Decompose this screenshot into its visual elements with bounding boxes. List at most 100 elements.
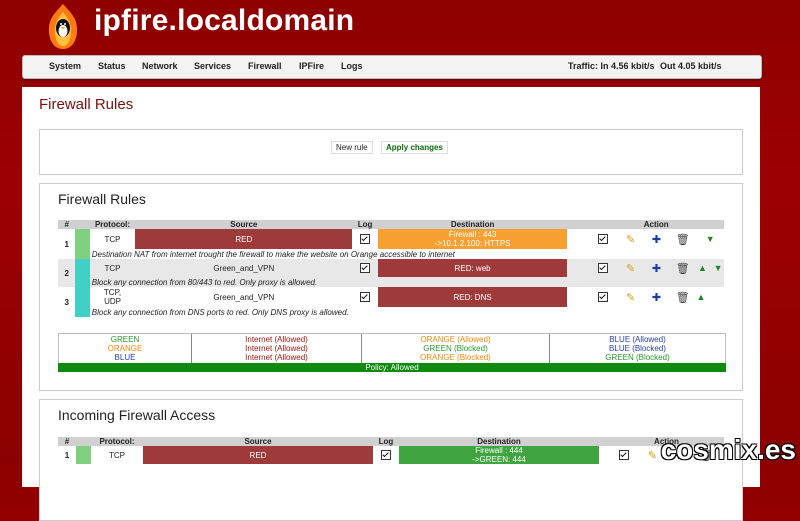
legend-item: Internet (Allowed) bbox=[245, 335, 308, 344]
legend-item: GREEN bbox=[110, 335, 140, 344]
legend-col-internet: Internet (Allowed) Internet (Allowed) In… bbox=[192, 335, 361, 362]
menu-ipfire[interactable]: IPFire bbox=[299, 61, 324, 71]
col-action: Action bbox=[588, 220, 724, 229]
firewall-rules-box: Firewall Rules # Protocol: Source Log De… bbox=[39, 183, 743, 391]
table-row: 1 TCP RED Firewall : 443 ->10.1.2.100: H… bbox=[58, 229, 724, 259]
protocol-line: TCP, bbox=[103, 288, 122, 297]
dest-line: ->10.1.2.100: HTTPS bbox=[434, 239, 511, 248]
section-title-incoming-access: Incoming Firewall Access bbox=[58, 407, 216, 423]
rule-number: 2 bbox=[64, 268, 69, 278]
section-title-firewall-rules: Firewall Rules bbox=[58, 191, 146, 207]
incoming-access-table: # Protocol: Source Log Destination Actio… bbox=[58, 437, 724, 464]
dest-line: ->GREEN: 444 bbox=[472, 455, 526, 464]
rule-number: 3 bbox=[64, 297, 69, 307]
rule-protocol: TCP, UDP bbox=[90, 287, 136, 307]
arrow-down-icon[interactable]: ▼ bbox=[706, 234, 715, 244]
enable-checkbox[interactable] bbox=[619, 450, 629, 460]
policy-legend: GREEN ORANGE BLUE Internet (Allowed) Int… bbox=[58, 333, 726, 365]
toolbar-box: New rule Apply changes bbox=[39, 129, 743, 175]
page-title: Firewall Rules bbox=[39, 96, 134, 113]
trash-icon[interactable]: 🗑 bbox=[676, 233, 690, 246]
col-source: Source bbox=[143, 437, 373, 446]
pencil-icon[interactable]: ✎ bbox=[626, 262, 635, 275]
policy-bar: Policy: Allowed bbox=[58, 363, 726, 372]
legend-item: ORANGE (Blocked) bbox=[420, 353, 491, 362]
legend-item: Internet (Allowed) bbox=[245, 344, 308, 353]
dest-line: Firewall : 444 bbox=[475, 446, 523, 455]
incoming-access-box: Incoming Firewall Access # Protocol: Sou… bbox=[39, 399, 743, 521]
log-checkbox[interactable] bbox=[360, 292, 371, 302]
pencil-icon[interactable]: ✎ bbox=[626, 233, 635, 246]
legend-item: ORANGE bbox=[107, 344, 143, 353]
add-user-icon[interactable]: ✚ bbox=[652, 291, 661, 304]
enable-checkbox[interactable] bbox=[597, 234, 608, 244]
enable-checkbox[interactable] bbox=[597, 292, 608, 302]
col-destination: Destination bbox=[399, 437, 599, 446]
arrow-up-icon[interactable]: ▲ bbox=[696, 292, 705, 302]
menu-services[interactable]: Services bbox=[194, 61, 231, 71]
new-rule-button[interactable]: New rule bbox=[331, 141, 373, 154]
rule-protocol: TCP bbox=[104, 263, 121, 273]
menu-status[interactable]: Status bbox=[98, 61, 126, 71]
legend-item: BLUE (Blocked) bbox=[609, 344, 666, 353]
dest-line: Firewall : 443 bbox=[448, 230, 497, 239]
log-checkbox[interactable] bbox=[360, 234, 371, 244]
col-protocol: Protocol: bbox=[91, 437, 143, 446]
main-menu: System Status Network Services Firewall … bbox=[22, 55, 762, 79]
col-log: Log bbox=[373, 437, 399, 446]
add-user-icon[interactable]: ✚ bbox=[652, 262, 661, 275]
rule-source: Green_and_VPN bbox=[213, 292, 275, 302]
legend-item: BLUE bbox=[114, 353, 136, 362]
table-row: 2 TCP Green_and_VPN RED: web ✎ ✚ 🗑 ▲ ▼ bbox=[58, 259, 724, 287]
col-log: Log bbox=[352, 220, 378, 229]
traffic-out: Out 4.05 kbit/s bbox=[660, 61, 722, 71]
rule-destination: RED: web bbox=[377, 259, 568, 277]
trash-icon[interactable]: 🗑 bbox=[676, 291, 690, 304]
legend-item: Internet (Allowed) bbox=[245, 353, 308, 362]
table-row: 1 TCP RED Firewall : 444 ->GREEN: 444 ✎ … bbox=[58, 446, 724, 464]
col-source: Source bbox=[135, 220, 353, 229]
rule-source: RED bbox=[143, 446, 373, 464]
rule-description: Block any connection from 80/443 to red.… bbox=[91, 277, 318, 287]
arrow-down-icon[interactable]: ▼ bbox=[714, 263, 723, 273]
traffic-in: Traffic: In 4.56 kbit/s bbox=[568, 61, 655, 71]
firewall-rules-table: # Protocol: Source Log Destination Actio… bbox=[58, 220, 724, 317]
log-checkbox[interactable] bbox=[381, 450, 391, 460]
legend-item: GREEN (Blocked) bbox=[423, 344, 488, 353]
arrow-up-icon[interactable]: ▲ bbox=[698, 263, 707, 273]
pencil-icon[interactable]: ✎ bbox=[626, 291, 635, 304]
protocol-line: UDP bbox=[104, 297, 121, 306]
rule-description: Destination NAT from internet trought th… bbox=[91, 249, 455, 259]
legend-col-zone2: BLUE (Allowed) BLUE (Blocked) GREEN (Blo… bbox=[550, 335, 725, 362]
log-checkbox[interactable] bbox=[360, 263, 371, 273]
legend-item: ORANGE (Allowed) bbox=[420, 335, 491, 344]
legend-col-source: GREEN ORANGE BLUE bbox=[59, 335, 191, 362]
rule-source: RED bbox=[135, 229, 353, 249]
rule-destination: RED: DNS bbox=[377, 287, 568, 307]
legend-item: BLUE (Allowed) bbox=[609, 335, 666, 344]
menu-system[interactable]: System bbox=[49, 61, 81, 71]
enable-checkbox[interactable] bbox=[597, 263, 608, 273]
col-num: # bbox=[58, 220, 76, 229]
apply-changes-button[interactable]: Apply changes bbox=[381, 141, 448, 154]
rule-destination: Firewall : 444 ->GREEN: 444 bbox=[399, 446, 599, 464]
rule-color-bar bbox=[75, 259, 90, 287]
header: ipfire.localdomain bbox=[0, 0, 800, 56]
menu-network[interactable]: Network bbox=[142, 61, 178, 71]
rule-description: Block any connection from DNS ports to r… bbox=[91, 307, 349, 317]
trash-icon[interactable]: 🗑 bbox=[676, 262, 690, 275]
watermark: cosmix.es bbox=[660, 434, 796, 465]
pencil-icon[interactable]: ✎ bbox=[648, 449, 657, 462]
ipfire-logo-icon bbox=[48, 4, 78, 49]
add-user-icon[interactable]: ✚ bbox=[652, 233, 661, 246]
menu-firewall[interactable]: Firewall bbox=[248, 61, 282, 71]
legend-item: GREEN (Blocked) bbox=[605, 353, 670, 362]
site-title: ipfire.localdomain bbox=[94, 4, 355, 37]
rule-color-bar bbox=[75, 229, 90, 259]
col-destination: Destination bbox=[377, 220, 568, 229]
content-area: Firewall Rules New rule Apply changes Fi… bbox=[22, 87, 760, 521]
rule-number: 1 bbox=[64, 450, 70, 460]
rule-protocol: TCP bbox=[109, 450, 125, 460]
rule-color-bar bbox=[76, 446, 91, 464]
menu-logs[interactable]: Logs bbox=[341, 61, 363, 71]
